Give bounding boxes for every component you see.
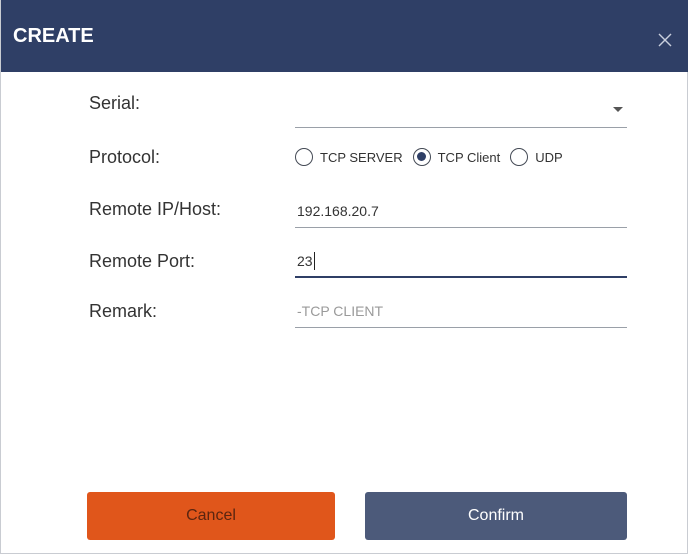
remote-host-value: 192.168.20.7 [297,203,379,219]
remark-placeholder: -TCP CLIENT [297,303,384,319]
dialog-titlebar: CREATE [1,0,688,72]
radio-label-tcp-client: TCP Client [437,149,501,165]
radio-circle-icon[interactable] [295,148,313,166]
remote-port-input[interactable]: 23 [295,244,627,278]
remote-port-label: Remote Port: [89,251,196,271]
radio-label-tcp-server: TCP SERVER [320,149,403,165]
remote-port-value: 23 [297,252,315,270]
serial-label: Serial: [89,93,141,113]
chevron-down-icon[interactable] [613,107,623,112]
protocol-radio-group: TCP SERVER TCP Client UDP [295,144,573,170]
text-caret [313,252,315,270]
remote-port-text: 23 [297,253,313,269]
dialog-title: CREATE [13,25,94,47]
create-dialog: CREATE Serial: Protocol: TCP SERVER TCP … [0,0,688,554]
radio-tcp-client[interactable]: TCP Client [412,148,501,166]
radio-circle-icon[interactable] [510,148,529,166]
remote-host-input[interactable]: 192.168.20.7 [295,194,627,228]
remote-host-label: Remote IP/Host: [89,199,222,219]
remark-input[interactable]: -TCP CLIENT [295,294,627,328]
radio-tcp-server[interactable]: TCP SERVER [295,148,403,166]
remark-label: Remark: [89,301,158,321]
radio-label-udp: UDP [535,149,563,165]
protocol-label: Protocol: [89,147,161,167]
radio-udp[interactable]: UDP [510,148,563,166]
serial-select[interactable] [295,94,627,128]
radio-checked-icon[interactable] [412,148,431,166]
confirm-button[interactable]: Confirm [365,492,627,540]
close-icon[interactable] [655,30,675,50]
cancel-button[interactable]: Cancel [87,492,335,540]
